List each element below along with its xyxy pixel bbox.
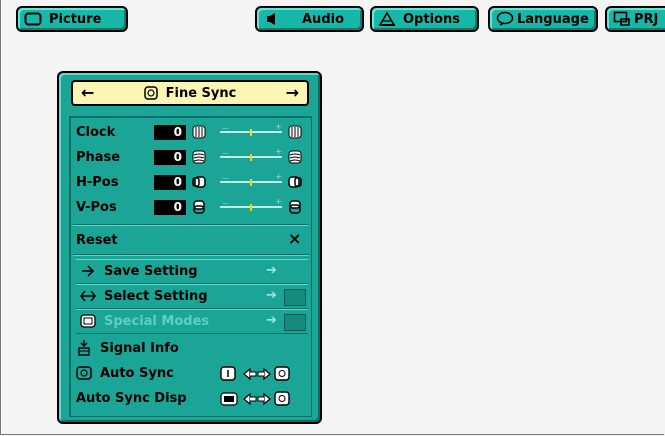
save-setting-item[interactable]: Save Setting <box>80 260 198 282</box>
auto-sync-item[interactable]: Auto Sync <box>76 362 174 384</box>
phase-value: 0 <box>154 150 186 165</box>
screen-icon <box>23 11 43 27</box>
vpos-max-icon <box>289 200 301 214</box>
phase-slider-knob[interactable] <box>250 154 252 161</box>
tab-prj[interactable]: PRJ <box>605 6 665 32</box>
clock-min-icon <box>192 125 206 139</box>
fine-sync-panel: ← Fine Sync → Clock 0 — + Phase 0 — + H-Po… <box>57 71 322 424</box>
auto-sync-toggle[interactable] <box>220 366 306 382</box>
tab-options-label: Options <box>403 11 460 27</box>
hpos-min-icon <box>192 176 206 188</box>
select-setting-label: Select Setting <box>104 288 208 304</box>
special-modes-value-box <box>284 314 306 331</box>
speaker-icon <box>262 11 282 27</box>
hpos-max-icon <box>288 176 302 188</box>
auto-sync-label: Auto Sync <box>100 365 174 381</box>
signal-info-item[interactable]: Signal Info <box>76 337 179 359</box>
clock-slider[interactable]: — + <box>220 122 282 137</box>
hpos-slider-knob[interactable] <box>250 179 252 186</box>
divider <box>73 224 309 226</box>
hpos-row[interactable]: H-Pos <box>76 171 146 193</box>
hpos-value: 0 <box>154 175 186 190</box>
close-icon[interactable]: × <box>288 229 301 248</box>
clock-value: 0 <box>154 125 186 140</box>
auto-sync-disp-label: Auto Sync Disp <box>76 390 187 406</box>
select-arrows-icon <box>80 290 96 302</box>
vpos-label: V-Pos <box>76 199 117 215</box>
phase-slider[interactable]: — + <box>220 147 282 162</box>
select-setting-item[interactable]: Select Setting <box>80 285 208 307</box>
clock-slider-knob[interactable] <box>250 129 252 136</box>
divider <box>73 254 309 256</box>
projector-icon <box>612 11 632 27</box>
settings-area: Clock 0 — + Phase 0 — + H-Pos 0 — + V-Pos 0… <box>69 116 312 417</box>
save-arrow-icon <box>82 265 95 277</box>
save-submenu-arrow-icon: ➔ <box>266 263 277 278</box>
reset-row[interactable]: Reset <box>76 229 118 251</box>
arrow-right-icon[interactable]: → <box>286 84 299 102</box>
tab-audio-label: Audio <box>302 11 345 27</box>
panel-title: Fine Sync <box>165 85 237 101</box>
panel-title-bar: ← Fine Sync → <box>71 80 309 106</box>
special-modes-icon <box>80 314 96 328</box>
special-modes-item: Special Modes <box>80 310 209 332</box>
vpos-value: 0 <box>154 200 186 215</box>
special-submenu-arrow-icon: ➔ <box>266 313 277 328</box>
phase-label: Phase <box>76 149 121 165</box>
tab-language-label: Language <box>517 11 589 27</box>
special-modes-label: Special Modes <box>104 313 210 329</box>
tab-prj-label: PRJ <box>634 11 659 27</box>
save-setting-label: Save Setting <box>104 263 198 279</box>
phase-max-icon <box>288 150 302 164</box>
select-submenu-arrow-icon: ➔ <box>266 288 277 303</box>
phase-row[interactable]: Phase <box>76 146 146 168</box>
select-setting-value-box <box>284 289 306 306</box>
reset-label: Reset <box>76 232 118 248</box>
clock-label: Clock <box>76 124 116 140</box>
vpos-min-icon <box>193 200 205 214</box>
arrow-left-icon[interactable]: ← <box>81 84 94 102</box>
fine-sync-icon <box>143 86 158 100</box>
vpos-slider-knob[interactable] <box>250 204 252 211</box>
clock-max-icon <box>288 125 302 139</box>
auto-sync-icon <box>76 366 92 380</box>
hpos-slider[interactable]: — + <box>220 172 282 187</box>
speech-bubble-icon <box>495 11 515 27</box>
clock-row[interactable]: Clock <box>76 121 146 143</box>
auto-sync-disp-item[interactable]: Auto Sync Disp <box>76 387 187 409</box>
signal-info-label: Signal Info <box>100 340 179 356</box>
tab-picture-label: Picture <box>49 11 102 27</box>
vpos-row[interactable]: V-Pos <box>76 196 146 218</box>
vpos-slider[interactable]: — + <box>220 197 282 212</box>
auto-sync-disp-toggle[interactable] <box>220 391 306 407</box>
tab-audio[interactable]: Audio <box>255 6 364 32</box>
phase-min-icon <box>192 150 206 164</box>
signal-info-icon <box>78 340 90 356</box>
tab-language[interactable]: Language <box>488 6 598 32</box>
tab-picture[interactable]: Picture <box>16 6 128 32</box>
hpos-label: H-Pos <box>76 174 119 190</box>
options-icon <box>377 11 397 27</box>
tab-options[interactable]: Options <box>370 6 479 32</box>
